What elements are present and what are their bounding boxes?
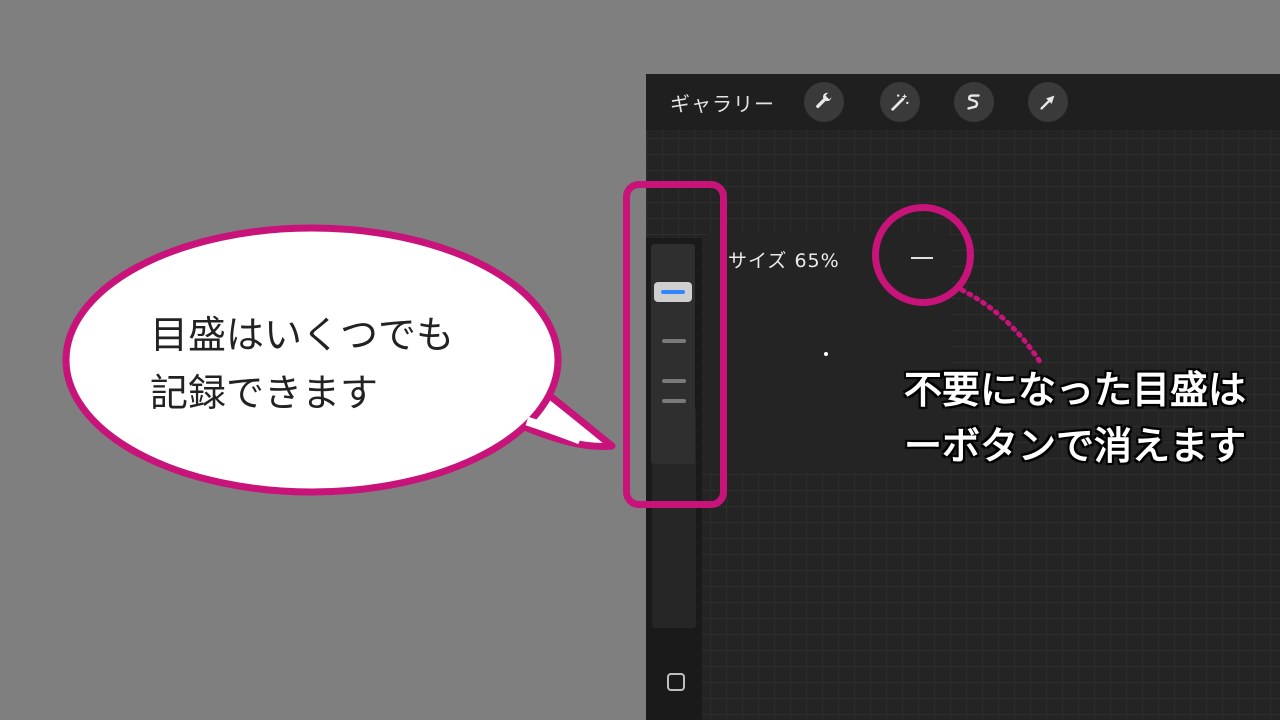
bubble-line-2: 記録できます — [150, 371, 379, 415]
callout-note: 不要になった目盛は ーボタンで消えます — [904, 362, 1274, 474]
note-line-1: 不要になった目盛は — [904, 368, 1247, 412]
bubble-line-1: 目盛はいくつでも — [150, 313, 455, 357]
highlight-size-slider — [623, 181, 727, 508]
dotted-connector — [959, 287, 1043, 365]
note-line-2: ーボタンで消えます — [904, 424, 1247, 468]
speech-bubble-text: 目盛はいくつでも 記録できます — [150, 306, 520, 422]
highlight-remove-button — [872, 204, 974, 306]
